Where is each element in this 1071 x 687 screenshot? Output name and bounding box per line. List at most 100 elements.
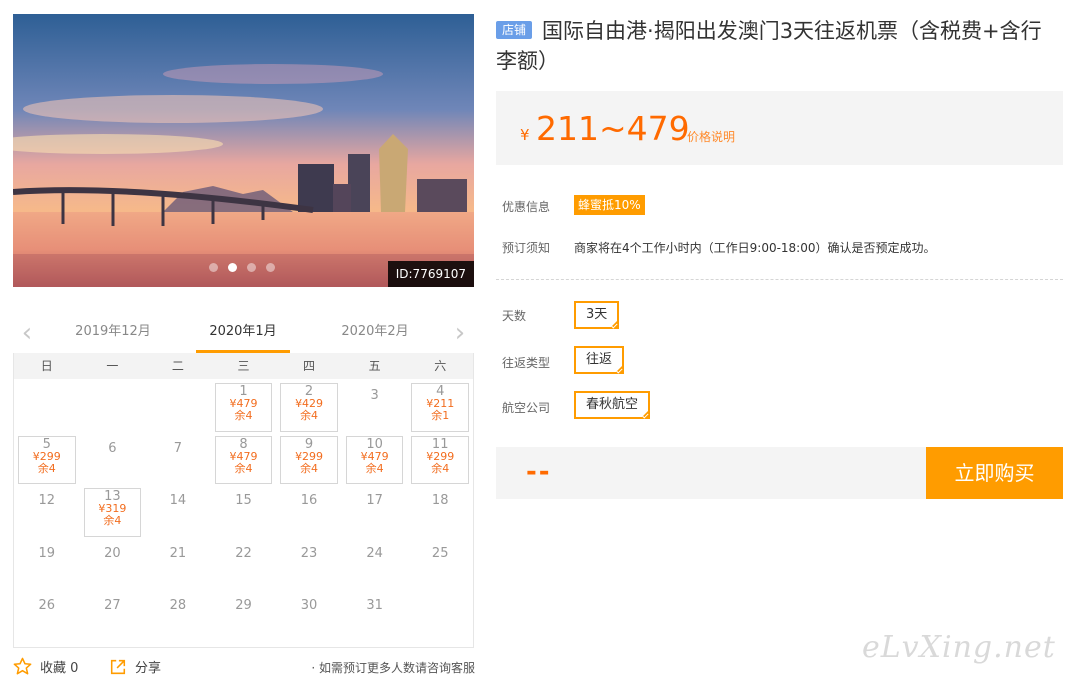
carousel-dot[interactable] <box>247 263 256 272</box>
chevron-right-icon[interactable]: › <box>450 320 470 346</box>
day-number: 10 <box>366 436 383 452</box>
calendar-blank-cell <box>80 379 146 432</box>
check-icon <box>610 321 618 329</box>
trip-type-text: 往返 <box>586 352 613 367</box>
day-number: 9 <box>304 436 314 452</box>
calendar-day: 25 <box>407 537 473 590</box>
day-number: 1 <box>239 384 248 399</box>
weekday-header: 日 一 二 三 四 五 六 <box>14 353 473 379</box>
purchase-bar: -- 立即购买 <box>496 447 1063 499</box>
calendar-day: 26 <box>14 589 80 642</box>
currency-symbol: ¥ <box>520 126 530 144</box>
calendar-blank-cell <box>14 379 80 432</box>
trip-type-chip[interactable]: 往返 <box>574 346 625 374</box>
calendar-day: 19 <box>14 537 80 590</box>
price-explain-link[interactable]: 价格说明 <box>687 128 735 145</box>
calendar-days: 1 ¥479 余4 2 ¥429 余4 3 4 ¥211 余1 5 ¥299 余4 6 7 8 ¥479 余4 9 ¥… <box>14 379 473 642</box>
day-number: 2 <box>304 384 314 399</box>
day-price: ¥299 <box>32 449 61 463</box>
product-title: 国际自由港·揭阳出发澳门3天往返机票（含税费+含行李额） <box>496 19 1042 73</box>
day-number: 18 <box>431 493 449 509</box>
calendar-day-available[interactable]: 13 ¥319 余4 <box>80 484 146 537</box>
weekday-label: 五 <box>368 359 381 373</box>
day-price: ¥479 <box>360 449 389 463</box>
calendar-day-available[interactable]: 11 ¥299 余4 <box>407 432 473 485</box>
calendar-blank-cell <box>145 379 211 432</box>
calendar-day: 27 <box>80 589 146 642</box>
day-number: 3 <box>370 388 379 403</box>
product-image[interactable]: ID:7769107 <box>13 14 474 287</box>
airline-chip[interactable]: 春秋航空 <box>574 391 651 419</box>
day-number: 6 <box>108 440 117 456</box>
calendar-day: 24 <box>342 537 408 590</box>
price-box: ¥ 211~479 价格说明 <box>496 91 1063 165</box>
consult-note: · 如需预订更多人数请咨询客服 <box>311 661 475 675</box>
day-number: 14 <box>169 493 187 509</box>
weekday-label: 四 <box>303 359 316 373</box>
day-stock: 余4 <box>234 409 253 422</box>
carousel-dot[interactable] <box>209 263 218 272</box>
calendar-day-available[interactable]: 10 ¥479 余4 <box>342 432 408 485</box>
carousel-dots[interactable] <box>209 263 275 272</box>
product-title-block: 店铺 国际自由港·揭阳出发澳门3天往返机票（含税费+含行李额） <box>496 16 1056 76</box>
calendar-day-available[interactable]: 8 ¥479 余4 <box>211 432 277 485</box>
calendar-day: 16 <box>276 484 342 537</box>
calendar-day: 31 <box>342 589 408 642</box>
calendar-day-available[interactable]: 5 ¥299 余4 <box>14 432 80 485</box>
tab-prev-month[interactable]: 2019年12月 <box>63 313 163 353</box>
days-label: 天数 <box>502 309 527 323</box>
day-number: 31 <box>366 598 383 614</box>
day-number: 29 <box>235 598 252 614</box>
airline-text: 春秋航空 <box>586 397 639 412</box>
day-number: 30 <box>300 598 318 614</box>
product-actions: 收藏 0 分享 · 如需预订更多人数请咨询客服 <box>13 657 475 677</box>
promo-label: 优惠信息 <box>502 200 551 214</box>
day-number: 16 <box>300 493 318 509</box>
calendar-day: 22 <box>211 537 277 590</box>
day-stock: 余4 <box>431 461 450 475</box>
day-number: 5 <box>42 436 51 452</box>
carousel-dot[interactable] <box>266 263 275 272</box>
day-number: 7 <box>173 440 183 456</box>
calendar-month-nav: ‹ 2019年12月 2020年1月 2020年2月 › <box>13 313 474 353</box>
day-number: 25 <box>431 545 449 561</box>
weekday-label: 一 <box>106 359 119 373</box>
notice-label: 预订须知 <box>502 241 551 255</box>
favorite-button[interactable]: 收藏 0 <box>13 657 78 676</box>
calendar-day-available[interactable]: 2 ¥429 余4 <box>276 379 342 432</box>
share-icon <box>110 659 126 674</box>
day-number: 15 <box>235 493 252 509</box>
day-stock: 余4 <box>300 461 319 475</box>
selected-price: -- <box>526 457 552 487</box>
calendar-day-available[interactable]: 9 ¥299 余4 <box>276 432 342 485</box>
promo-tag: 蜂蜜抵10% <box>574 195 645 215</box>
chevron-left-icon[interactable]: ‹ <box>17 320 37 346</box>
day-price: ¥479 <box>229 449 258 463</box>
tab-current-month[interactable]: 2020年1月 <box>196 313 290 353</box>
notice-text: 商家将在4个工作小时内（工作日9:00-18:00）确认是否预定成功。 <box>574 241 936 255</box>
favorite-label: 收藏 0 <box>40 661 79 676</box>
tab-next-month[interactable]: 2020年2月 <box>325 313 425 353</box>
calendar-day: 20 <box>80 537 146 590</box>
calendar-day: 15 <box>211 484 277 537</box>
day-stock: 余4 <box>365 461 384 475</box>
calendar-day: 21 <box>145 537 211 590</box>
calendar-day: 29 <box>211 589 277 642</box>
carousel-dot-active[interactable] <box>228 263 237 272</box>
day-number: 23 <box>300 545 318 561</box>
calendar-day-available[interactable]: 4 ¥211 余1 <box>407 379 473 432</box>
share-button[interactable]: 分享 <box>109 657 161 676</box>
calendar-day-available[interactable]: 1 ¥479 余4 <box>211 379 277 432</box>
calendar-day: 30 <box>276 589 342 642</box>
day-price: ¥299 <box>426 449 455 463</box>
day-number: 21 <box>169 545 187 561</box>
day-number: 24 <box>366 545 383 561</box>
day-number: 8 <box>239 436 248 452</box>
day-number: 28 <box>169 598 187 614</box>
day-number: 22 <box>235 545 252 561</box>
share-label: 分享 <box>135 661 162 676</box>
days-option-chip[interactable]: 3天 <box>574 301 620 329</box>
day-stock: 余4 <box>234 461 253 475</box>
day-stock: 余4 <box>300 409 319 422</box>
buy-now-button[interactable]: 立即购买 <box>926 447 1063 499</box>
